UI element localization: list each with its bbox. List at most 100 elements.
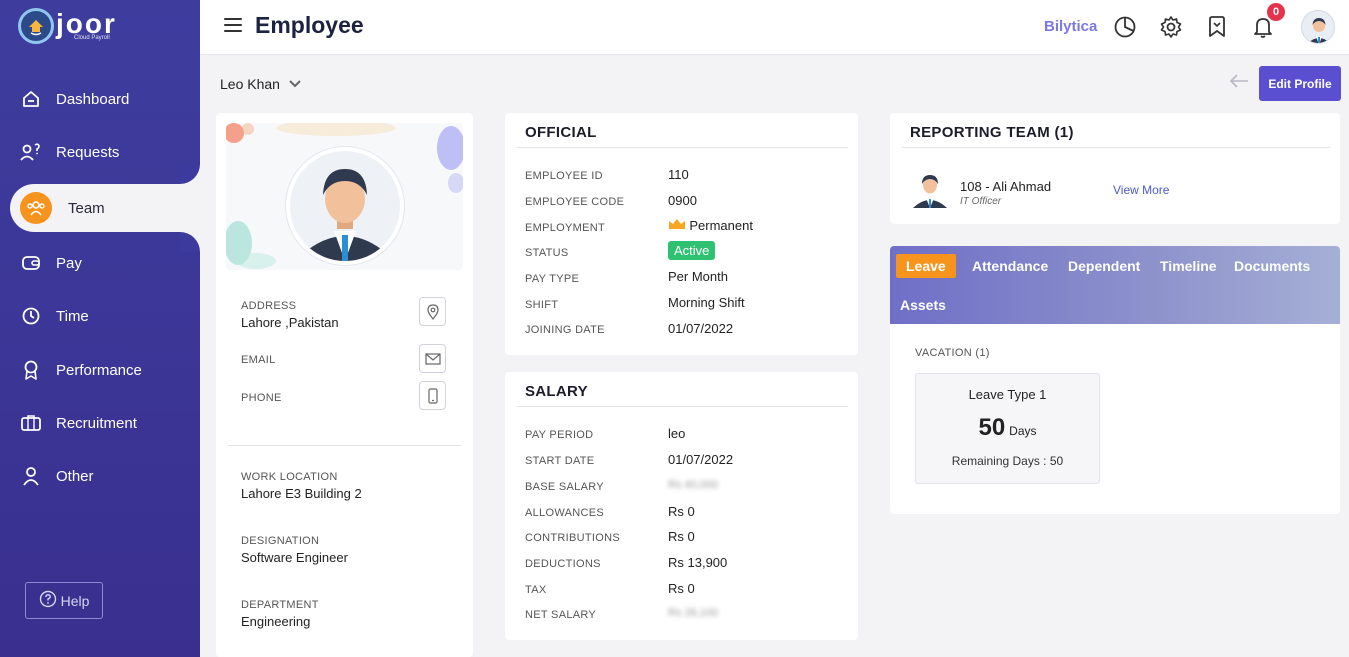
divider xyxy=(517,147,848,148)
bookmark-icon[interactable] xyxy=(1204,14,1230,40)
contributions-value: Rs 0 xyxy=(668,529,695,544)
sidebar-item-dashboard[interactable]: Dashboard xyxy=(0,75,200,123)
member-role: IT Officer xyxy=(960,196,1002,207)
sidebar-item-requests[interactable]: Requests xyxy=(0,128,200,176)
divider xyxy=(902,147,1330,148)
pay-icon xyxy=(20,252,42,274)
mail-icon[interactable] xyxy=(419,344,446,373)
user-icon xyxy=(20,465,42,487)
status-label: STATUS xyxy=(525,247,569,259)
reporting-team-title: REPORTING TEAM (1) xyxy=(910,124,1074,141)
status-badge: Active xyxy=(668,241,716,260)
official-card: OFFICIAL EMPLOYEE ID 110 EMPLOYEE CODE 0… xyxy=(505,113,858,355)
official-title: OFFICIAL xyxy=(525,124,597,141)
profile-avatar xyxy=(286,147,404,265)
sidebar-item-label: Dashboard xyxy=(56,90,130,108)
work-location-label: WORK LOCATION xyxy=(241,471,338,483)
pay-period-label: PAY PERIOD xyxy=(525,429,594,441)
tab-assets[interactable]: Assets xyxy=(900,297,946,313)
net-salary-value: Rs 26,100 xyxy=(668,607,719,619)
address-label: ADDRESS xyxy=(241,300,297,312)
sidebar-item-recruitment[interactable]: Recruitment xyxy=(0,399,200,447)
designation-value: Software Engineer xyxy=(241,550,348,565)
allowances-value: Rs 0 xyxy=(668,504,695,519)
phone-icon[interactable] xyxy=(419,381,446,410)
dashboard-icon xyxy=(20,88,42,110)
briefcase-icon xyxy=(20,412,42,434)
menu-icon[interactable] xyxy=(224,18,242,32)
sidebar-item-label: Other xyxy=(56,467,94,485)
tab-leave[interactable]: Leave xyxy=(896,254,956,278)
requests-icon xyxy=(20,141,42,163)
salary-title: SALARY xyxy=(525,383,588,400)
divider xyxy=(228,445,461,446)
logo-name: joor xyxy=(56,8,117,39)
tab-bar: Leave Attendance Dependent Timeline Docu… xyxy=(890,246,1340,324)
logo[interactable]: joor Cloud Payroll xyxy=(18,8,117,44)
avatar[interactable] xyxy=(1301,10,1335,44)
leave-days: 50 Days xyxy=(916,414,1099,442)
profile-card: ADDRESS Lahore ,Pakistan EMAIL PHONE WOR… xyxy=(216,113,473,657)
pie-chart-icon[interactable] xyxy=(1112,14,1138,40)
details-tabs-card: Leave Attendance Dependent Timeline Docu… xyxy=(890,246,1340,514)
employee-selector[interactable]: Leo Khan xyxy=(220,76,302,92)
net-salary-label: NET SALARY xyxy=(525,609,597,621)
sidebar-item-label: Pay xyxy=(56,254,82,272)
address-value: Lahore ,Pakistan xyxy=(241,315,339,330)
edit-profile-button[interactable]: Edit Profile xyxy=(1259,66,1341,101)
leave-type-card[interactable]: Leave Type 1 50 Days Remaining Days : 50 xyxy=(915,373,1100,484)
joining-date-value: 01/07/2022 xyxy=(668,321,734,336)
sidebar-item-label: Requests xyxy=(56,143,120,161)
allowances-label: ALLOWANCES xyxy=(525,507,605,519)
tab-timeline[interactable]: Timeline xyxy=(1160,258,1217,274)
sidebar-item-label: Team xyxy=(68,199,105,217)
tab-attendance[interactable]: Attendance xyxy=(972,258,1048,274)
start-date-label: START DATE xyxy=(525,455,595,467)
member-name: 108 - Ali Ahmad xyxy=(960,179,1052,194)
team-icon xyxy=(20,192,52,224)
company-name[interactable]: Bilytica xyxy=(1044,18,1097,35)
joining-date-label: JOINING DATE xyxy=(525,324,605,336)
email-label: EMAIL xyxy=(241,354,276,366)
phone-label: PHONE xyxy=(241,392,282,404)
deductions-value: Rs 13,900 xyxy=(668,555,728,570)
sidebar-item-other[interactable]: Other xyxy=(0,452,200,500)
chevron-down-icon xyxy=(288,76,302,92)
active-notch xyxy=(180,164,200,184)
designation-label: DESIGNATION xyxy=(241,535,320,547)
topbar: Employee Bilytica 0 xyxy=(200,0,1349,55)
view-more-link[interactable]: View More xyxy=(1113,183,1169,197)
base-salary-value: Rs 40,000 xyxy=(668,479,719,491)
sidebar-item-label: Recruitment xyxy=(56,414,137,432)
employment-label: EMPLOYMENT xyxy=(525,222,606,234)
sidebar-item-performance[interactable]: Performance xyxy=(0,346,200,394)
leave-days-unit: Days xyxy=(1009,424,1037,438)
tax-label: TAX xyxy=(525,584,547,596)
logo-icon xyxy=(18,8,54,44)
employee-id-value: 110 xyxy=(668,167,689,182)
vacation-label: VACATION (1) xyxy=(915,347,990,359)
salary-card: SALARY PAY PERIOD leo START DATE 01/07/2… xyxy=(505,372,858,640)
pay-type-label: PAY TYPE xyxy=(525,273,580,285)
employee-id-label: EMPLOYEE ID xyxy=(525,170,603,182)
sidebar-item-team[interactable]: Team xyxy=(10,184,200,232)
back-arrow-icon[interactable] xyxy=(1228,72,1250,90)
work-location-value: Lahore E3 Building 2 xyxy=(241,486,362,501)
sidebar: joor Cloud Payroll Dashboard Requests Te… xyxy=(0,0,200,657)
badge-icon xyxy=(20,359,42,381)
pay-type-value: Per Month xyxy=(668,269,728,284)
location-pin-icon[interactable] xyxy=(419,297,446,326)
employment-value: Permanent xyxy=(668,218,753,233)
tab-documents[interactable]: Documents xyxy=(1234,258,1310,274)
leave-remaining: Remaining Days : 50 xyxy=(951,454,1064,468)
help-icon xyxy=(39,590,57,611)
member-avatar xyxy=(912,168,948,208)
employee-code-label: EMPLOYEE CODE xyxy=(525,196,625,208)
employee-name: Leo Khan xyxy=(220,76,280,92)
sidebar-item-pay[interactable]: Pay xyxy=(0,239,200,287)
help-button[interactable]: Help xyxy=(25,582,103,619)
tab-dependent[interactable]: Dependent xyxy=(1068,258,1140,274)
gear-icon[interactable] xyxy=(1158,14,1184,40)
sidebar-item-time[interactable]: Time xyxy=(0,292,200,340)
employment-type: Permanent xyxy=(689,218,753,233)
